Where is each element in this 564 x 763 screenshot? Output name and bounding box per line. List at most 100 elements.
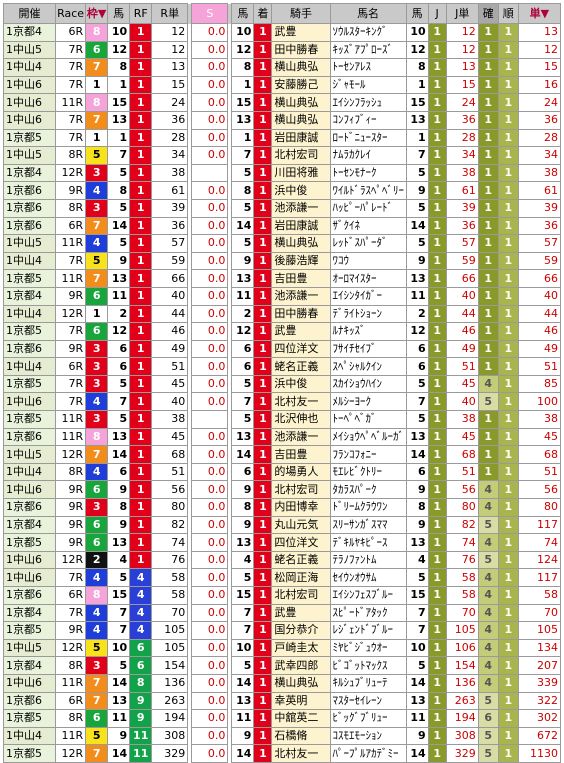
table-row[interactable]: 1中山6 12R 2 4 1 76 0.0 4 1 蛯名正義 ﾃﾗﾉﾌｧﾝﾄﾑ 4 1 76 5 1 124 xyxy=(2,550,562,570)
table-row[interactable]: 1中山6 7R 4 5 4 58 0.0 5 1 松岡正海 ｾｲｳﾝｵｳｻﾑ 5 1 58 4 1 117 xyxy=(2,568,562,587)
cell-jun: 1 xyxy=(497,40,519,60)
table-row[interactable]: 1京都5 11R 7 13 1 66 0.0 13 1 吉田豊 ｵｰﾛﾏｲｽﾀｰ 13 1 66 1 1 66 xyxy=(2,269,562,288)
cell-s: 0.0 xyxy=(191,23,229,42)
cell-race: 6R xyxy=(55,691,87,711)
cell-uma: 7 xyxy=(107,392,131,412)
table-row[interactable]: 1京都5 7R 3 5 1 45 0.0 5 1 浜中俊 ｽｶｲｼｮｳﾊｲﾝ 5 1 45 4 1 85 xyxy=(2,374,562,394)
table-row[interactable]: 1京都5 7R 1 1 1 28 0.0 1 1 岩田康誠 ﾛｰﾄﾞﾆｭｰｽﾀｰ 1 1 28 1 1 28 xyxy=(2,128,562,148)
cell-tan: 51 xyxy=(517,462,562,482)
cell-kaku: 1 xyxy=(477,339,499,359)
col-jtan[interactable]: J単 xyxy=(445,3,479,24)
col-rtan[interactable]: R単 xyxy=(151,3,189,24)
table-row[interactable]: 1京都5 9R 6 13 1 74 0.0 13 1 四位洋文 ﾃﾞｷﾙﾔｷﾋﾟｰｽ 13 1 74 4 1 7… xyxy=(2,533,562,552)
cell-uma2: 5 xyxy=(231,568,255,587)
cell-jockey: 北沢伸也 xyxy=(271,410,331,429)
table-row[interactable]: 1中山6 9R 6 9 1 56 0.0 9 1 北村宏司 ﾀｶﾗｽﾊﾟｰｸ 9 1 56 4 1 56 xyxy=(2,480,562,500)
table-row[interactable]: 1中山5 12R 5 10 6 105 0.0 10 1 戸崎圭太 ﾐﾔﾋﾞｼﾞｭｳｵｰ 10 1 106… xyxy=(2,638,562,658)
col-waku[interactable]: 枠▼ xyxy=(85,3,109,24)
cell-rf: 1 xyxy=(129,251,153,271)
cell-uma3: 7 xyxy=(405,146,429,165)
table-row[interactable]: 1中山5 8R 5 7 1 34 0.0 7 1 北村宏司 ﾅﾑﾗｶｸﾚｲ 7 1 34 1 1 34 xyxy=(2,146,562,165)
table-row[interactable]: 1京都4 12R 3 5 1 38 5 1 川田将雅 ﾄｰｾﾝﾓﾅｰｸ 5 1 38 1 1 38 xyxy=(2,163,562,183)
col-uma3[interactable]: 馬 xyxy=(405,3,429,24)
cell-uma: 7 xyxy=(107,603,131,623)
cell-race: 9R xyxy=(55,533,87,552)
table-row[interactable]: 1京都4 9R 6 9 1 82 0.0 9 1 丸山元気 ｽﾘｰｻﾝｶﾞｽﾏﾏ 9 1 82 5 1 117 xyxy=(2,515,562,535)
table-row[interactable]: 1京都4 7R 4 7 4 70 0.0 7 1 武豊 ｽﾋﾟｰﾄﾞｱﾀｯｸ 7 1 70 4 1 70 xyxy=(2,603,562,623)
col-race[interactable]: Race xyxy=(55,3,87,24)
cell-uma3: 9 xyxy=(405,480,429,500)
table-row[interactable]: 1京都5 9R 4 7 4 105 0.0 7 1 国分恭介 ﾚｼﾞｪﾝﾄﾞﾌﾞﾙｰ 7 1 105 4 1 1… xyxy=(2,621,562,640)
col-jockey[interactable]: 騎手 xyxy=(271,3,331,24)
cell-j: 1 xyxy=(427,392,447,412)
cell-uma: 13 xyxy=(107,427,131,447)
cell-venue: 1中山5 xyxy=(2,234,57,253)
col-venue[interactable]: 開催 xyxy=(2,3,57,24)
table-row[interactable]: 1中山6 7R 4 7 1 40 0.0 7 1 北村友一 ﾒﾙｼｰﾖｰｸ 7 1 40 5 1 100 xyxy=(2,392,562,412)
cell-uma: 6 xyxy=(107,462,131,482)
col-uma2[interactable]: 馬 xyxy=(231,3,255,24)
cell-horse: ｺﾝﾌｨﾌﾞｨｰ xyxy=(329,110,407,130)
table-row[interactable]: 1京都5 8R 6 11 9 194 0.0 11 1 中舘英二 ﾋﾞｯｸﾞﾌﾞﾘｭｰ 11 1 194 6… xyxy=(2,709,562,728)
cell-venue: 1中山6 xyxy=(2,110,57,130)
table-row[interactable]: 1中山4 11R 5 9 11 308 0.0 9 1 石橋脩 ｺｽﾓｴﾓｰｼｮﾝ 9 1 308 5 1 67… xyxy=(2,726,562,746)
table-row[interactable]: 1京都5 7R 6 12 1 46 0.0 12 1 武豊 ﾙﾅｷｯｽﾞ 12 1 46 1 1 46 xyxy=(2,322,562,341)
cell-jockey: 武豊 xyxy=(271,23,331,42)
cell-waku: 6 xyxy=(85,533,109,552)
table-row[interactable]: 1京都4 9R 6 11 1 40 0.0 11 1 池添謙一 ｴｲｼﾝﾀｲｶﾞｰ 11 1 40 1 1 40 xyxy=(2,286,562,306)
col-umaban[interactable]: 馬 xyxy=(107,3,131,24)
table-row[interactable]: 1京都5 11R 3 5 1 38 5 1 北沢伸也 ﾄｰﾍﾟﾍﾞｶﾞ 5 1 38 1 1 38 xyxy=(2,410,562,429)
cell-s: 0.0 xyxy=(191,709,229,728)
cell-rf: 1 xyxy=(129,374,153,394)
cell-uma2: 5 xyxy=(231,410,255,429)
cell-uma: 8 xyxy=(107,498,131,517)
table-row[interactable]: 1中山5 11R 4 5 1 57 0.0 5 1 横山典弘 ﾚｯﾄﾞｽﾊﾟｰﾀﾞ 5 1 57 1 1 57 xyxy=(2,234,562,253)
table-row[interactable]: 1京都6 8R 3 5 1 39 0.0 5 1 池添謙一 ﾊｯﾋﾟｰﾊﾟﾚｰﾄﾞ 5 1 39 1 1 39 xyxy=(2,198,562,218)
table-row[interactable]: 1中山6 11R 8 15 1 24 0.0 15 1 横山典弘 ｴｲｼﾝﾌﾗｯｼｭ 15 1 24 1 1 2… xyxy=(2,93,562,112)
col-jun[interactable]: 順 xyxy=(497,3,519,24)
table-row[interactable]: 1中山5 12R 7 14 1 68 0.0 14 1 吉田豊 ﾌﾗﾝｺﾌｫﾆｰ 14 1 68 1 1 68 xyxy=(2,445,562,464)
cell-uma2: 9 xyxy=(231,480,255,500)
cell-rtan: 45 xyxy=(151,427,189,447)
table-row[interactable]: 1京都6 9R 3 6 1 49 0.0 6 1 四位洋文 ﾌｻｲﾁｾｲﾌﾞ 6 1 49 1 1 49 xyxy=(2,339,562,359)
col-chaku[interactable]: 着 xyxy=(253,3,273,24)
cell-rf: 6 xyxy=(129,656,153,675)
col-tan[interactable]: 単▼ xyxy=(517,3,562,24)
table-row[interactable]: 1京都4 8R 3 5 6 154 0.0 5 1 武幸四郎 ﾋﾞｺﾞｯﾄﾏｯｸｽ 5 1 154 4 1 20… xyxy=(2,656,562,675)
cell-rf: 1 xyxy=(129,410,153,429)
table-row[interactable]: 1京都6 6R 8 15 4 58 0.0 15 1 北村宏司 ｴｲｼﾝﾌｪｽﾌﾞﾙｰ 15 1 58 4 1… xyxy=(2,586,562,605)
cell-jun: 1 xyxy=(497,93,519,112)
col-rf[interactable]: RF xyxy=(129,3,153,24)
table-row[interactable]: 1中山6 7R 1 1 1 15 0.0 1 1 安藤勝己 ｼﾞｬﾓｰﾙ 1 1 15 1 1 16 xyxy=(2,75,562,95)
col-horse[interactable]: 馬名 xyxy=(329,3,407,24)
table-row[interactable]: 1中山4 6R 3 6 1 51 0.0 6 1 蛯名正義 ｽﾍﾟｼｬﾙｸｲﾝ 6 1 51 1 1 51 xyxy=(2,357,562,376)
cell-chaku: 1 xyxy=(253,357,273,376)
cell-jtan: 49 xyxy=(445,339,479,359)
cell-tan: 74 xyxy=(517,533,562,552)
cell-jtan: 39 xyxy=(445,198,479,218)
table-row[interactable]: 1京都6 9R 4 8 1 61 0.0 8 1 浜中俊 ﾜｲﾙﾄﾞﾗｽﾍﾟﾍﾞﾘｰ 9 1 61 1 1 61 xyxy=(2,181,562,200)
table-row[interactable]: 1京都6 6R 7 13 9 263 0.0 13 1 幸英明 ﾏｽﾀｰｾｲﾚｰﾝ 13 1 263 5 1 3… xyxy=(2,691,562,711)
table-row[interactable]: 1京都5 12R 7 14 11 329 0.0 14 1 北村友一 ﾊﾟｰﾌﾟﾙｱｶﾃﾞﾐｰ 14 1… xyxy=(2,744,562,763)
table-row[interactable]: 1中山6 11R 7 14 8 136 0.0 14 1 横山典弘 ｷﾙｼｭﾌﾞﾘｭｰﾃ 14 1 136… xyxy=(2,673,562,693)
col-j[interactable]: J xyxy=(427,3,447,24)
cell-jtan: 45 xyxy=(445,374,479,394)
table-row[interactable]: 1京都6 9R 3 8 1 80 0.0 8 1 内田博幸 ﾄﾞﾘｰﾑｸﾗｳﾜﾝ 8 1 80 4 1 80 xyxy=(2,498,562,517)
cell-chaku: 1 xyxy=(253,181,273,200)
table-row[interactable]: 1京都6 6R 7 14 1 36 0.0 14 1 岩田康誠 ｻﾞｸｲﾈ 14 1 36 1 1 36 xyxy=(2,216,562,236)
table-row[interactable]: 1京都4 6R 8 10 1 12 0.0 10 1 武豊 ｿｳﾙｽﾀｰｷﾝｸﾞ 10 1 12 1 1 13 xyxy=(2,23,562,42)
table-row[interactable]: 1京都6 11R 8 13 1 45 0.0 13 1 池添謙一 ﾒｲｼｮｳﾍﾟﾍﾞﾙｰｶﾞ 13 1 4… xyxy=(2,427,562,447)
cell-horse: ｺｽﾓｴﾓｰｼｮﾝ xyxy=(329,726,407,746)
col-s[interactable]: S xyxy=(191,3,229,24)
table-row[interactable]: 1中山4 7R 5 9 1 59 0.0 9 1 後藤浩輝 ﾜｺｳ 9 1 59 1 1 59 xyxy=(2,251,562,271)
table-row[interactable]: 1中山6 7R 7 13 1 36 0.0 13 1 横山典弘 ｺﾝﾌｨﾌﾞｨｰ 13 1 36 1 1 36 xyxy=(2,110,562,130)
table-row[interactable]: 1中山4 7R 7 8 1 13 0.0 8 1 横山典弘 ﾄｰｾﾝｱﾚｽ 8 1 13 1 1 15 xyxy=(2,58,562,77)
table-row[interactable]: 1中山4 8R 4 6 1 51 0.0 6 1 的場勇人 ﾓｴﾚﾋﾞｸﾄﾘｰ 6 1 51 1 1 51 xyxy=(2,462,562,482)
table-row[interactable]: 1中山5 7R 6 12 1 12 0.0 12 1 田中勝春 ｷｯｽﾞｱﾌﾟﾛｰｽﾞ 12 1 12 1 1… xyxy=(2,40,562,60)
table-row[interactable]: 1中山4 12R 1 2 1 44 0.0 2 1 田中勝春 ﾃﾞﾗｲﾄｼｮｰﾝ 2 1 44 1 1 44 xyxy=(2,304,562,324)
cell-waku: 6 xyxy=(85,480,109,500)
cell-kaku: 4 xyxy=(477,586,499,605)
col-kaku[interactable]: 確 xyxy=(477,3,499,24)
cell-j: 1 xyxy=(427,251,447,271)
cell-rtan: 12 xyxy=(151,40,189,60)
